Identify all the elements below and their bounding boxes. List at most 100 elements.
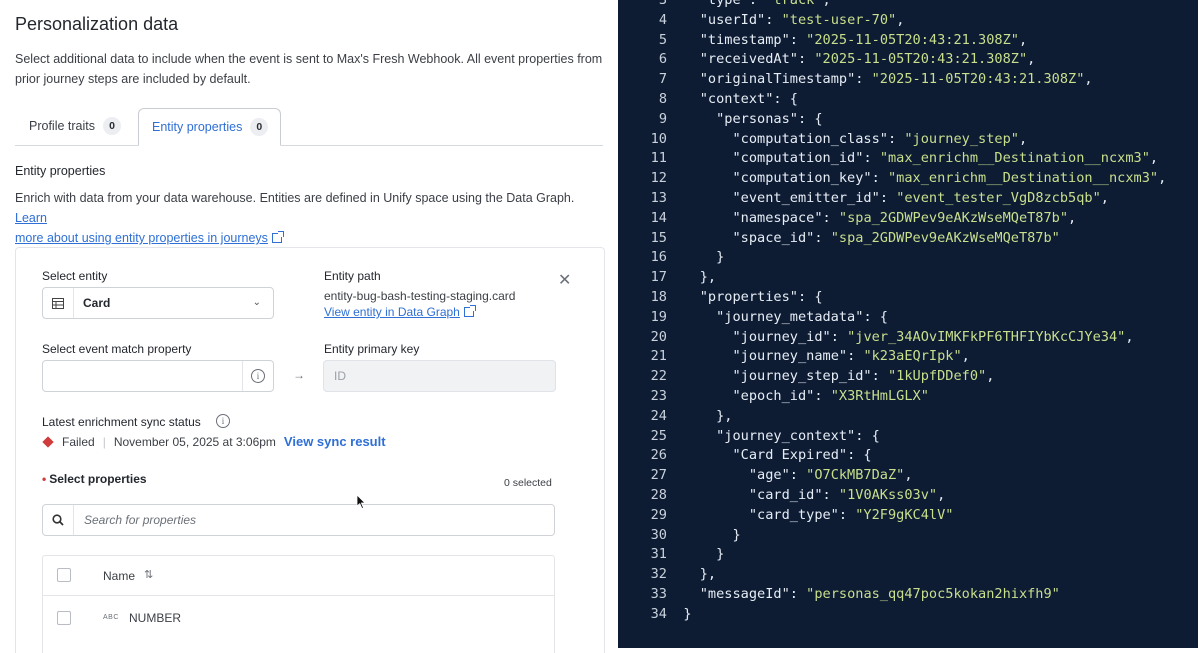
table-header: Name ⇅ (43, 556, 554, 596)
primary-key-placeholder: ID (334, 369, 346, 383)
tab-bar: Profile traits 0 Entity properties 0 (15, 108, 603, 146)
line-number: 8 (658, 91, 667, 107)
code-text: "userId": "test-user-70", (699, 11, 905, 28)
select-properties-text: Select properties (49, 472, 147, 486)
info-icon[interactable]: i (216, 414, 230, 428)
primary-key-field: ID (323, 360, 556, 392)
line-number: 24 (650, 407, 667, 424)
match-property-input[interactable]: i (42, 360, 274, 392)
code-text: "receivedAt": "2025-11-05T20:43:21.308Z"… (699, 51, 1036, 68)
code-line: 28 "card_id": "1V0AKss03v", (618, 485, 946, 505)
line-number: 19 (650, 308, 667, 325)
section-description: Enrich with data from your data warehous… (15, 188, 605, 248)
info-icon[interactable]: i (242, 361, 273, 391)
property-name: NUMBER (129, 611, 182, 625)
code-text: "type": "track", (699, 0, 831, 8)
close-icon[interactable]: ✕ (558, 270, 571, 290)
tab-entity-properties[interactable]: Entity properties 0 (138, 108, 281, 146)
code-text: "journey_name": "k23aEQrIpk", (732, 348, 970, 365)
code-line: 8 "context": { (618, 89, 798, 109)
match-property-label: Select event match property (42, 342, 192, 356)
code-text: "journey_context": { (716, 427, 880, 444)
code-text: }, (667, 566, 717, 583)
primary-key-label: Entity primary key (324, 342, 420, 356)
text-type-icon: ABC (103, 614, 119, 621)
learn-more-link-cont[interactable]: more about using entity properties in jo… (15, 231, 268, 245)
line-number: 16 (650, 249, 667, 266)
select-entity-label: Select entity (42, 269, 108, 283)
line-number: 31 (650, 546, 667, 563)
page-title: Personalization data (15, 14, 179, 34)
code-text: "timestamp": "2025-11-05T20:43:21.308Z", (699, 31, 1028, 48)
personalization-panel: Personalization data Select additional d… (0, 0, 618, 653)
code-line: 24 }, (618, 406, 733, 426)
view-entity-link-text: View entity in Data Graph (324, 305, 460, 319)
code-line: 11 "computation_id": "max_enrichm__Desti… (618, 148, 1158, 168)
code-line: 18 "properties": { (618, 287, 823, 307)
code-text: "personas": { (716, 110, 823, 127)
section-title: Entity properties (15, 164, 106, 178)
entity-path-label: Entity path (324, 269, 381, 283)
select-all-checkbox[interactable] (57, 568, 71, 582)
entity-selected-value: Card (83, 296, 111, 310)
line-number: 28 (650, 487, 667, 503)
code-text: "Card Expired": { (732, 447, 872, 464)
code-line: 22 "journey_step_id": "1kUpfDDef0", (618, 366, 995, 386)
mouse-cursor-icon (356, 494, 366, 510)
line-number: 32 (650, 566, 667, 583)
sync-status-text: Failed (62, 434, 95, 449)
divider: | (102, 434, 106, 449)
line-number: 15 (650, 229, 667, 246)
code-text: "journey_id": "jver_34AOvIMKFkPF6THFIYbK… (732, 328, 1134, 345)
line-number: 9 (658, 110, 667, 127)
code-line: 19 "journey_metadata": { (618, 307, 888, 327)
code-line: 23 "epoch_id": "X3RtHmLGLX" (618, 386, 929, 406)
code-text: } (667, 546, 725, 563)
line-number: 29 (650, 506, 667, 523)
code-line: 15 "space_id": "spa_2GDWPev9eAKzWseMQeT8… (618, 228, 1060, 248)
code-text: "epoch_id": "X3RtHmLGLX" (732, 388, 929, 404)
line-number: 21 (650, 348, 667, 365)
view-entity-link[interactable]: View entity in Data Graph (324, 305, 476, 319)
line-number: 27 (650, 467, 667, 484)
tab-label: Entity properties (152, 120, 243, 134)
entity-select[interactable]: Card ⌄ (42, 287, 274, 319)
column-header-name: Name (103, 569, 136, 583)
code-line: 7 "originalTimestamp": "2025-11-05T20:43… (618, 69, 1093, 89)
code-line: 6 "receivedAt": "2025-11-05T20:43:21.308… (618, 49, 1036, 69)
code-text: "originalTimestamp": "2025-11-05T20:43:2… (699, 71, 1093, 88)
code-line: 32 }, (618, 564, 716, 584)
arrow-right-icon: → (293, 368, 305, 382)
code-text: "age": "O7CkMB7DaZ", (748, 467, 913, 484)
code-text: }, (667, 407, 733, 424)
code-line: 31 } (618, 544, 725, 564)
code-text: "messageId": "personas_qq47poc5kokan2hix… (699, 586, 1060, 602)
line-number: 30 (650, 526, 667, 543)
properties-search-input[interactable]: Search for properties (42, 504, 555, 536)
code-line: 25 "journey_context": { (618, 426, 880, 446)
external-link-icon (271, 231, 284, 243)
code-line: 12 "computation_key": "max_enrichm__Dest… (618, 168, 1167, 188)
tab-profile-traits[interactable]: Profile traits 0 (15, 108, 139, 144)
line-number: 4 (658, 11, 667, 28)
code-line: 30 } (618, 525, 741, 545)
code-text: "event_emitter_id": "event_tester_VgD8zc… (732, 190, 1109, 206)
chevron-down-icon: ⌄ (252, 297, 261, 308)
error-diamond-icon (42, 435, 54, 448)
line-number: 3 (658, 0, 667, 8)
code-line: 29 "card_type": "Y2F9gKC4lV" (618, 505, 954, 525)
sort-icon[interactable]: ⇅ (144, 568, 153, 581)
sync-status-label: Latest enrichment sync status (42, 415, 201, 429)
row-checkbox[interactable] (57, 611, 71, 625)
view-sync-result-link[interactable]: View sync result (284, 434, 386, 449)
code-text: "computation_class": "journey_step", (732, 130, 1028, 147)
table-icon (43, 288, 74, 318)
json-payload-viewer: 3 "type": "track", 4 "userId": "test-user… (618, 0, 1198, 648)
code-text: "context": { (699, 91, 798, 107)
code-line: 26 "Card Expired": { (618, 445, 872, 465)
learn-more-link[interactable]: Learn (15, 211, 47, 225)
search-placeholder: Search for properties (84, 513, 197, 527)
line-number: 13 (650, 190, 667, 206)
line-number: 14 (650, 209, 667, 226)
code-text: } (667, 526, 741, 543)
